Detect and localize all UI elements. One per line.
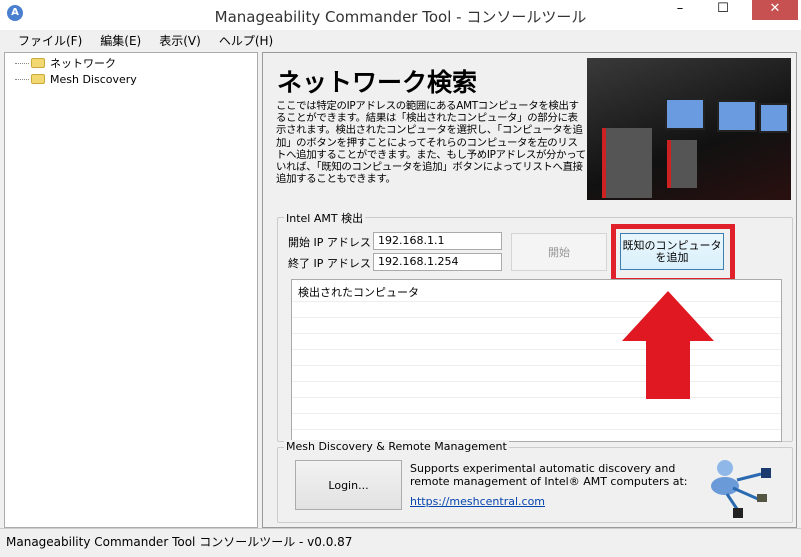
- login-button[interactable]: Login...: [295, 460, 402, 510]
- tree-item-label: ネットワーク: [50, 57, 116, 70]
- info-line: remote management of Intel® AMT computer…: [410, 475, 688, 488]
- red-arrow-up-icon: [622, 291, 714, 399]
- folder-icon: [31, 58, 45, 68]
- network-users-icon: [711, 460, 771, 518]
- network-search-panel: ネットワーク検索 ここでは特定のIPアドレスの範囲にあるAMTコンピュータを検出…: [262, 52, 797, 528]
- menu-bar: ファイル(F) 編集(E) 表示(V) ヘルプ(H): [0, 30, 801, 52]
- folder-icon: [31, 74, 45, 84]
- title-bar: A Manageability Commander Tool - コンソールツー…: [0, 0, 801, 30]
- status-bar: Manageability Commander Tool コンソールツール - …: [0, 528, 801, 557]
- intel-amt-detection-group: Intel AMT 検出 開始 IP アドレス 192.168.1.1 終了 I…: [277, 210, 793, 442]
- menu-edit[interactable]: 編集(E): [92, 30, 151, 52]
- tree-line: [15, 62, 29, 64]
- mesh-info-text: Supports experimental automatic discover…: [410, 462, 687, 488]
- tree-item-network[interactable]: ネットワーク: [15, 56, 116, 70]
- menu-help[interactable]: ヘルプ(H): [211, 30, 283, 52]
- description: ここでは特定のIPアドレスの範囲にあるAMTコンピュータを検出することができます…: [276, 100, 586, 186]
- end-ip-label: 終了 IP アドレス: [288, 257, 371, 270]
- menu-view[interactable]: 表示(V): [151, 30, 211, 52]
- mesh-discovery-group: Mesh Discovery & Remote Management Login…: [277, 440, 793, 523]
- tree-item-mesh-discovery[interactable]: Mesh Discovery: [15, 72, 137, 86]
- end-ip-input[interactable]: 192.168.1.254: [373, 253, 502, 271]
- maximize-button[interactable]: ☐: [708, 0, 738, 20]
- group-title: Intel AMT 検出: [284, 210, 366, 226]
- button-label: を追加: [655, 250, 689, 264]
- group-title: Mesh Discovery & Remote Management: [284, 440, 509, 453]
- add-known-computer-button[interactable]: 既知のコンピュータ を追加: [620, 233, 724, 270]
- page-title: ネットワーク検索: [277, 68, 478, 97]
- start-button[interactable]: 開始: [511, 233, 607, 271]
- minimize-button[interactable]: –: [665, 0, 695, 20]
- info-line: Supports experimental automatic discover…: [410, 462, 676, 475]
- menu-file[interactable]: ファイル(F): [10, 30, 92, 52]
- computers-photo: [587, 58, 791, 200]
- tree-view[interactable]: ネットワーク Mesh Discovery: [4, 52, 258, 528]
- tree-line: [15, 78, 29, 80]
- start-ip-label: 開始 IP アドレス: [288, 236, 371, 249]
- tree-item-label: Mesh Discovery: [50, 72, 137, 86]
- button-label: 既知のコンピュータ: [622, 238, 722, 252]
- close-button[interactable]: ✕: [752, 0, 798, 20]
- meshcentral-link[interactable]: https://meshcentral.com: [410, 495, 545, 508]
- start-ip-input[interactable]: 192.168.1.1: [373, 232, 502, 250]
